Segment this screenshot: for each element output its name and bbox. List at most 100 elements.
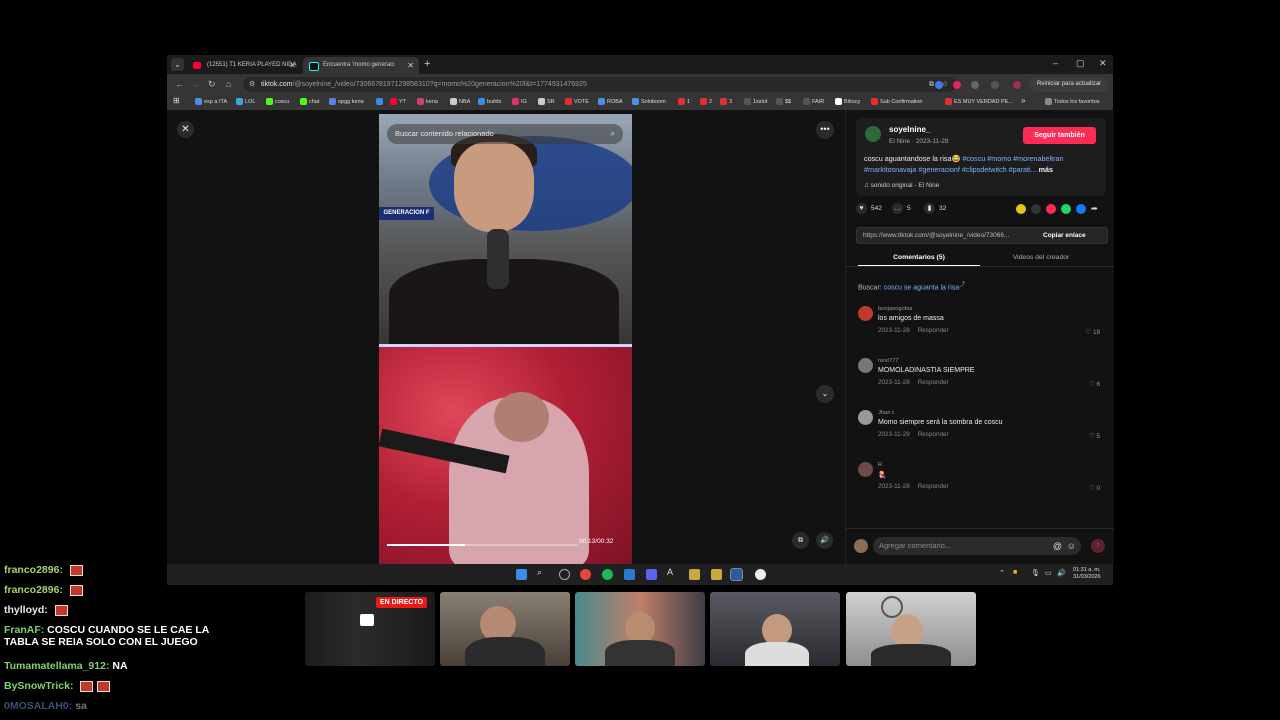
chat-username[interactable]: 0MOSALAH0: <box>4 700 72 712</box>
related-search-bar[interactable]: Buscar contenido relacionado ⌕ <box>387 124 623 144</box>
more-bookmarks-icon[interactable]: » <box>1021 96 1025 105</box>
chat-username[interactable]: Tumamatellama_912: <box>4 660 109 672</box>
bookmark-item[interactable]: Soloboom <box>632 98 666 107</box>
volume-icon[interactable]: 🔊 <box>1057 569 1066 577</box>
chat-username[interactable]: thylloyd: <box>4 604 48 616</box>
more-link[interactable]: más <box>1039 165 1053 174</box>
home-icon[interactable]: ⌂ <box>226 79 231 89</box>
video-player[interactable]: GENERACION F Buscar contenido relacionad… <box>379 114 632 564</box>
app-icon[interactable]: A <box>667 567 678 578</box>
comment-like-button[interactable]: ♡ 0 <box>1089 485 1100 492</box>
bookmark-item[interactable]: Bitiucy <box>835 98 860 107</box>
mention-icon[interactable]: @ <box>1053 537 1062 555</box>
settings-gear-icon[interactable] <box>559 569 570 580</box>
creator-username[interactable]: soyelnine_ <box>889 125 930 134</box>
bookmark-item[interactable]: $$ <box>776 98 791 107</box>
reply-button[interactable]: Responder <box>918 379 949 386</box>
tab-tiktok[interactable]: Encuentra 'momo generaci ✕ <box>303 57 419 74</box>
video-progress-bar[interactable] <box>387 544 577 546</box>
more-options-button[interactable]: ••• <box>816 121 834 139</box>
steam-icon[interactable] <box>730 568 743 581</box>
bookmark-item[interactable]: YT <box>390 98 406 107</box>
bookmark-item[interactable]: chat <box>300 98 319 107</box>
chrome-icon[interactable] <box>580 569 591 580</box>
copy-link-button[interactable]: Copiar enlace <box>1043 228 1086 243</box>
comment-like-button[interactable]: ♡ 6 <box>1089 381 1100 388</box>
send-comment-button[interactable]: ↑ <box>1091 539 1105 553</box>
bookmark-item[interactable]: esp a ITA <box>195 98 227 107</box>
bookmark-item[interactable]: NBA <box>450 98 470 107</box>
bookmark-item[interactable]: builds <box>478 98 501 107</box>
comment-button[interactable]: … 5 <box>892 202 911 216</box>
whatsapp-icon[interactable] <box>1061 204 1071 214</box>
app-icon[interactable] <box>689 569 700 580</box>
app-icon[interactable] <box>755 569 766 580</box>
bookmark-item[interactable]: IG <box>512 98 527 107</box>
bookmark-item[interactable]: 2 <box>700 98 712 107</box>
share-icon[interactable] <box>1016 204 1026 214</box>
discord-icon[interactable] <box>646 569 657 580</box>
tab-comments[interactable]: Comentarios (5) <box>858 250 980 266</box>
maximize-button[interactable]: ▢ <box>1076 58 1085 69</box>
windows-start-icon[interactable] <box>516 569 527 580</box>
save-button[interactable]: ▮ 32 <box>924 202 946 216</box>
video-url[interactable]: https://www.tiktok.com/@soyelnine_/video… <box>863 228 1027 243</box>
bookmark-item[interactable]: coscu <box>266 98 289 107</box>
extension-icon[interactable] <box>953 81 961 89</box>
comment-like-button[interactable]: ♡ 18 <box>1086 329 1100 336</box>
apps-grid-icon[interactable]: ⊞ <box>173 96 180 105</box>
follow-button[interactable]: Seguir también <box>1023 127 1096 144</box>
share-more-icon[interactable]: ➦ <box>1091 202 1098 216</box>
commenter-name[interactable]: R <box>878 462 882 468</box>
clock[interactable]: 01:31 a. m. 31/03/2026 <box>1073 567 1101 581</box>
bookmark-item[interactable]: SR <box>538 98 555 107</box>
bookmark-item[interactable]: 3 <box>720 98 732 107</box>
chat-username[interactable]: franco2896: <box>4 564 63 576</box>
notes-icon[interactable] <box>624 569 635 580</box>
reply-button[interactable]: Responder <box>918 327 949 334</box>
bookmark-item[interactable]: ROBA <box>598 98 623 107</box>
reload-icon[interactable]: ↻ <box>208 79 216 90</box>
close-video-button[interactable]: ✕ <box>177 121 194 138</box>
tray-app-icon[interactable]: ■ <box>1013 569 1017 576</box>
spotify-icon[interactable] <box>602 569 613 580</box>
commenter-avatar[interactable] <box>858 358 873 373</box>
address-bar[interactable]: ⚙ tiktok.com/@soyelnine_/video/730667819… <box>243 77 956 92</box>
comment-input[interactable]: Agregar comentario... @ ☺ <box>873 537 1081 555</box>
profile-icon[interactable] <box>991 81 999 89</box>
send-icon[interactable] <box>1046 204 1056 214</box>
search-icon[interactable]: ⌕ <box>611 124 615 144</box>
bookmark-item[interactable]: Sub Confirmation <box>871 98 923 107</box>
sound-link[interactable]: ♫ sonido original - El Nine <box>864 182 939 189</box>
bookmark-item[interactable] <box>376 98 385 107</box>
tab-creator-videos[interactable]: Videos del creador <box>980 250 1102 265</box>
emoji-icon[interactable]: ☺ <box>1067 537 1076 555</box>
cast-icon[interactable]: ⧉ <box>929 77 934 92</box>
all-bookmarks-folder[interactable]: Todos los favoritos <box>1045 98 1100 107</box>
commenter-avatar[interactable] <box>858 306 873 321</box>
facebook-icon[interactable] <box>1076 204 1086 214</box>
close-tab-icon[interactable]: ✕ <box>289 57 296 74</box>
like-button[interactable]: ♥ 542 <box>856 202 882 216</box>
close-window-button[interactable]: ✕ <box>1099 58 1107 69</box>
tab-search-icon[interactable]: ⌄ <box>171 58 184 71</box>
new-tab-button[interactable]: + <box>424 58 430 70</box>
bookmark-item[interactable]: opgg keria <box>329 98 364 107</box>
creator-avatar[interactable] <box>865 126 881 142</box>
search-suggestion[interactable]: Buscar: coscu se aguanta la risa⤴ <box>858 279 965 291</box>
search-suggestion-query[interactable]: coscu se aguanta la risa <box>884 284 960 291</box>
microphone-icon[interactable]: 🎙 <box>1031 569 1040 577</box>
next-video-button[interactable]: ⌄ <box>816 385 834 403</box>
bookmark-item[interactable]: keria <box>417 98 438 107</box>
bookmark-item[interactable]: 1xslot <box>744 98 767 107</box>
commenter-name[interactable]: bonjasogobia <box>878 306 913 312</box>
tray-chevron-icon[interactable]: ⌃ <box>999 569 1005 577</box>
close-tab-icon[interactable]: ✕ <box>407 57 414 74</box>
bookmark-item[interactable]: VOTE <box>565 98 589 107</box>
reply-button[interactable]: Responder <box>918 431 949 438</box>
bookmark-item[interactable]: FAIR <box>803 98 824 107</box>
bookmark-item[interactable]: LOL <box>236 98 255 107</box>
forward-icon[interactable]: → <box>191 79 200 89</box>
embed-icon[interactable] <box>1031 204 1041 214</box>
restart-to-update-button[interactable]: Reiniciar para actualizar <box>1029 77 1109 92</box>
